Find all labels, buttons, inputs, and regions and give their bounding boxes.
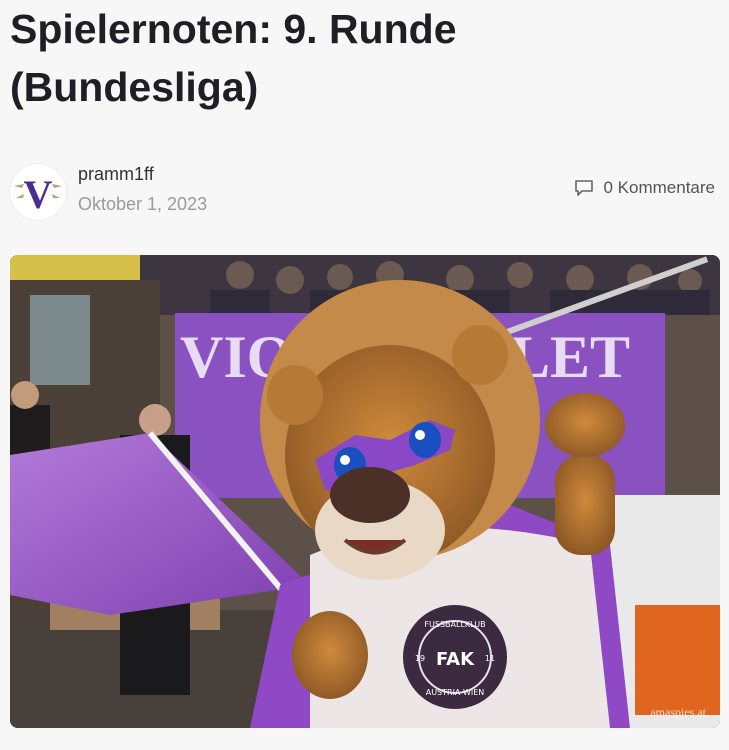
comments-count-label: 0 Kommentare (603, 178, 716, 197)
jersey-badge: FAK (436, 649, 475, 670)
avatar-letter: V (24, 172, 53, 217)
jersey-number-left: 19 (415, 654, 425, 663)
comments-link[interactable]: 0 Kommentare (574, 178, 716, 198)
featured-image[interactable]: VIO LET FAK FUSSBALLKLUB AUSTRIA WIEN 19… (10, 255, 720, 728)
image-watermark: amaspies.at (650, 705, 706, 719)
mascot-photo: VIO LET FAK FUSSBALLKLUB AUSTRIA WIEN 19… (10, 255, 720, 728)
jersey-text-bottom: AUSTRIA WIEN (426, 688, 485, 697)
jersey-text-top: FUSSBALLKLUB (424, 620, 485, 629)
violet-v-logo-icon: V (14, 172, 62, 217)
author-name[interactable]: pramm1ff (78, 164, 154, 185)
post-title-line1: Spielernoten: 9. Runde (10, 6, 457, 52)
jersey-number-right: 11 (485, 654, 495, 663)
post-date: Oktober 1, 2023 (78, 194, 208, 214)
post-meta: V pramm1ff Oktober 1, 2023 0 Kommentare (10, 160, 715, 220)
post-title-line2: (Bundesliga) (10, 64, 259, 110)
comment-bubble-icon (574, 180, 593, 196)
post-title: Spielernoten: 9. Runde (Bundesliga) (10, 0, 710, 116)
author-avatar[interactable]: V (10, 164, 66, 220)
